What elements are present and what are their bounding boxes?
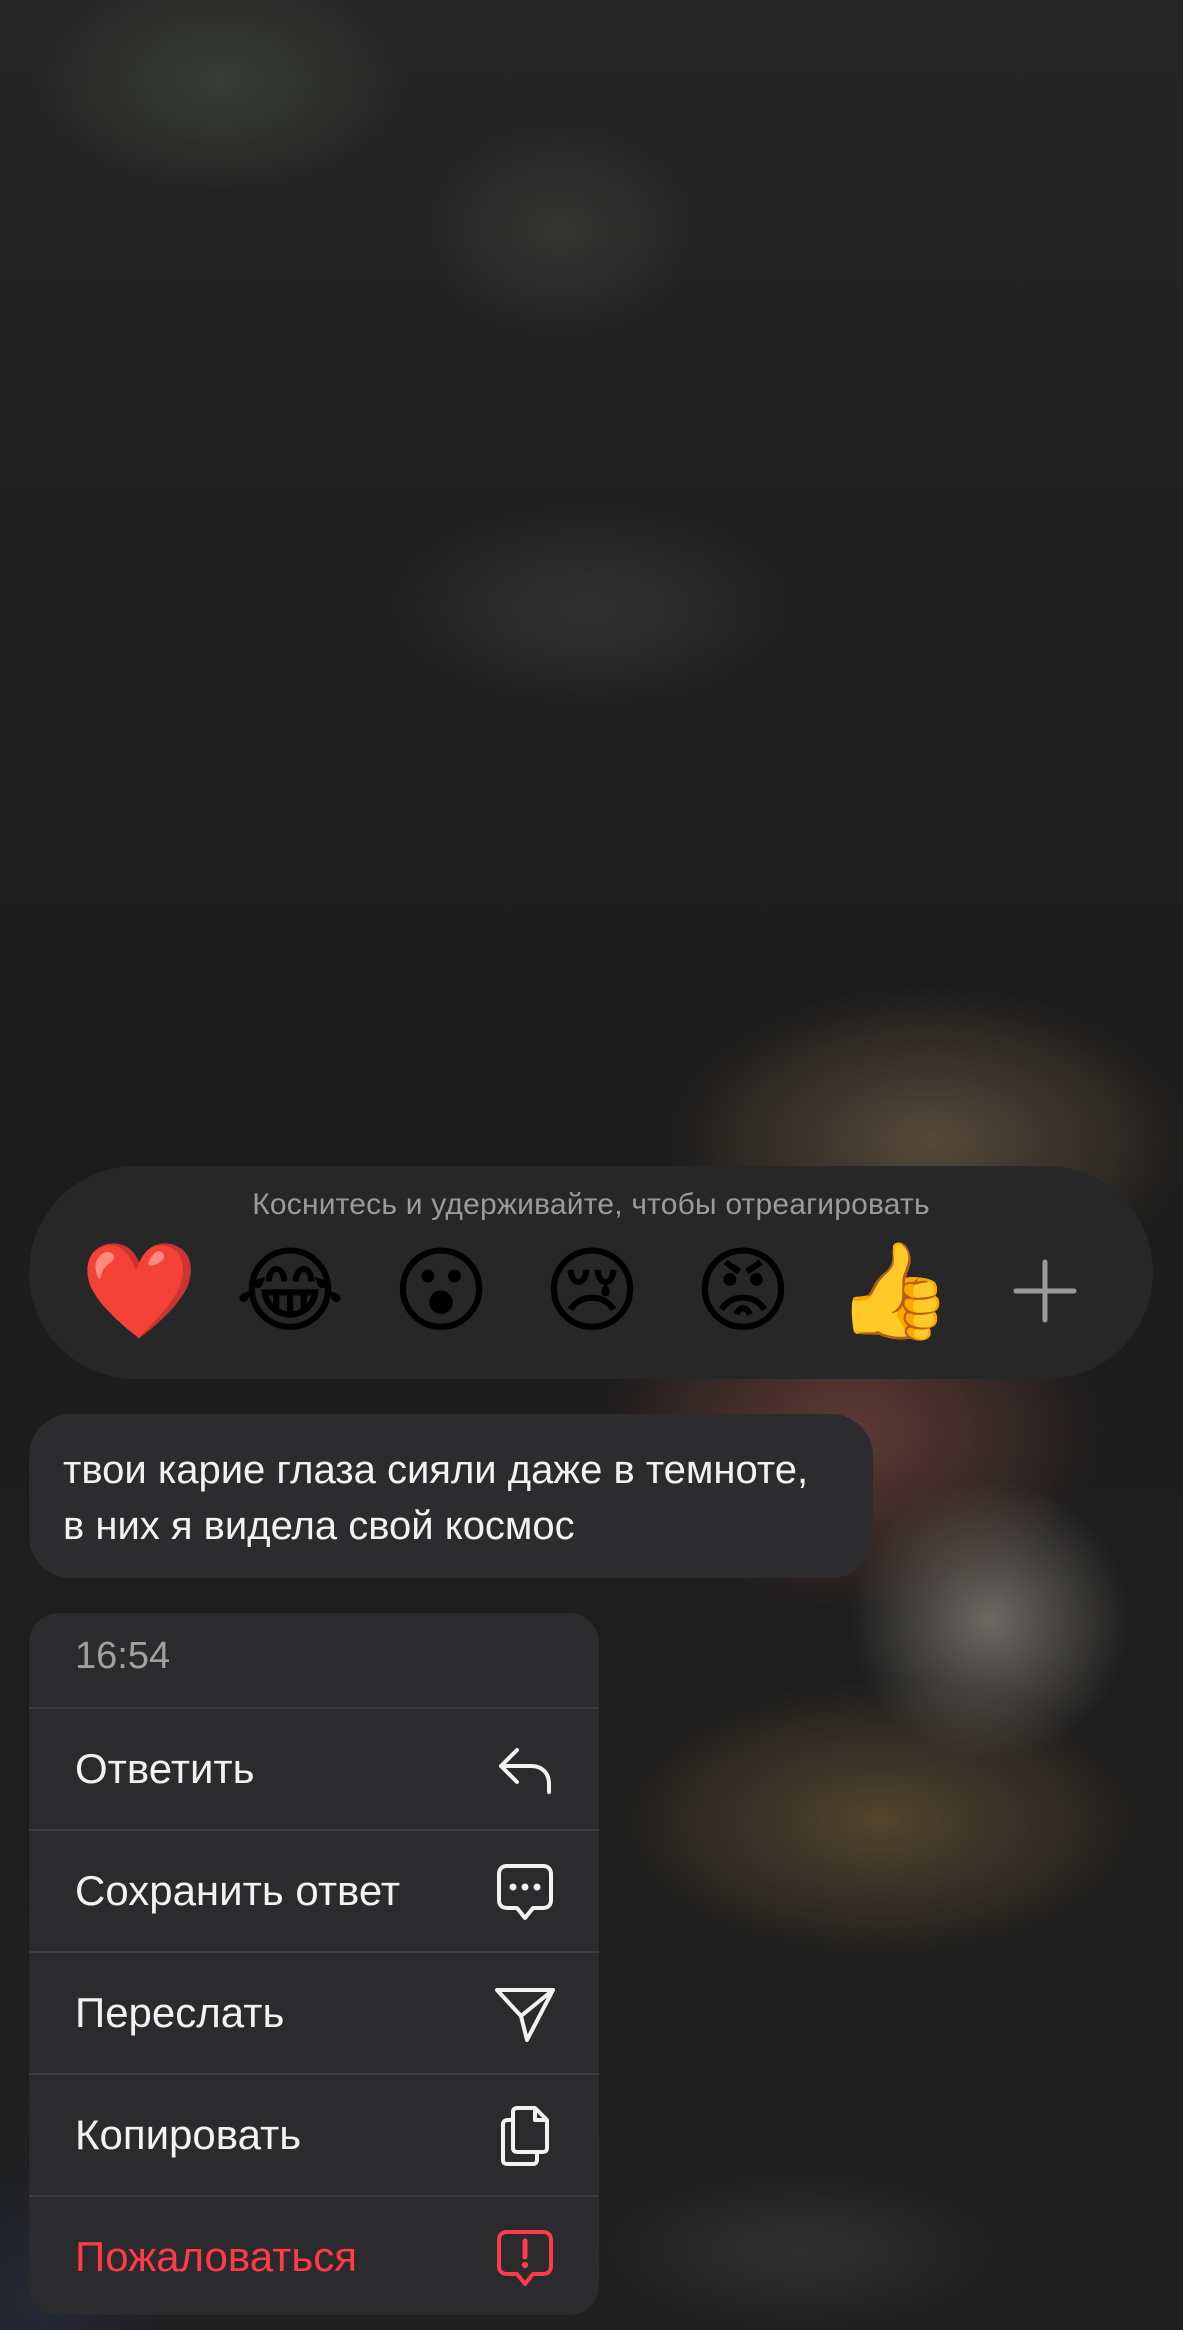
message-text: твои карие глаза сияли даже в темноте, в… [63,1448,809,1548]
menu-item-label: Пожаловаться [75,2233,358,2280]
plus-icon[interactable] [990,1236,1100,1346]
menu-item-report[interactable]: Пожаловаться [29,2197,599,2315]
menu-item-reply[interactable]: Ответить [29,1709,599,1831]
message-time: 16:54 [29,1613,599,1709]
context-menu: 16:54 Ответить Сохранить ответ Переслать… [29,1613,599,2315]
menu-item-save-reply[interactable]: Сохранить ответ [29,1831,599,1953]
laugh-reaction[interactable]: 😂 [235,1236,345,1346]
reaction-bar: Коснитесь и удерживайте, чтобы отреагиро… [29,1166,1153,1379]
menu-item-copy[interactable]: Копировать [29,2075,599,2197]
copy-icon [501,2106,549,2166]
send-icon [495,1988,555,2042]
report-icon [497,2230,553,2286]
message-bubble[interactable]: твои карие глаза сияли даже в темноте, в… [29,1414,873,1578]
surprised-reaction[interactable]: 😮 [386,1236,496,1346]
reply-icon [499,1748,551,1794]
menu-item-label: Сохранить ответ [75,1867,401,1914]
menu-item-label: Копировать [75,2111,302,2158]
menu-item-label: Переслать [75,1989,285,2036]
thumbs-up-reaction[interactable]: 👍 [835,1236,952,1346]
angry-reaction[interactable]: 😡 [688,1236,798,1346]
crying-reaction[interactable]: 😢 [537,1236,647,1346]
emoji-row: ❤️ 😂 😮 😢 😡 👍 [80,1236,1113,1346]
menu-item-forward[interactable]: Переслать [29,1953,599,2075]
menu-item-label: Ответить [75,1745,255,1792]
heart-reaction[interactable]: ❤️ [80,1236,197,1346]
saved-reply-icon [497,1864,553,1920]
reaction-hint: Коснитесь и удерживайте, чтобы отреагиро… [252,1188,930,1221]
